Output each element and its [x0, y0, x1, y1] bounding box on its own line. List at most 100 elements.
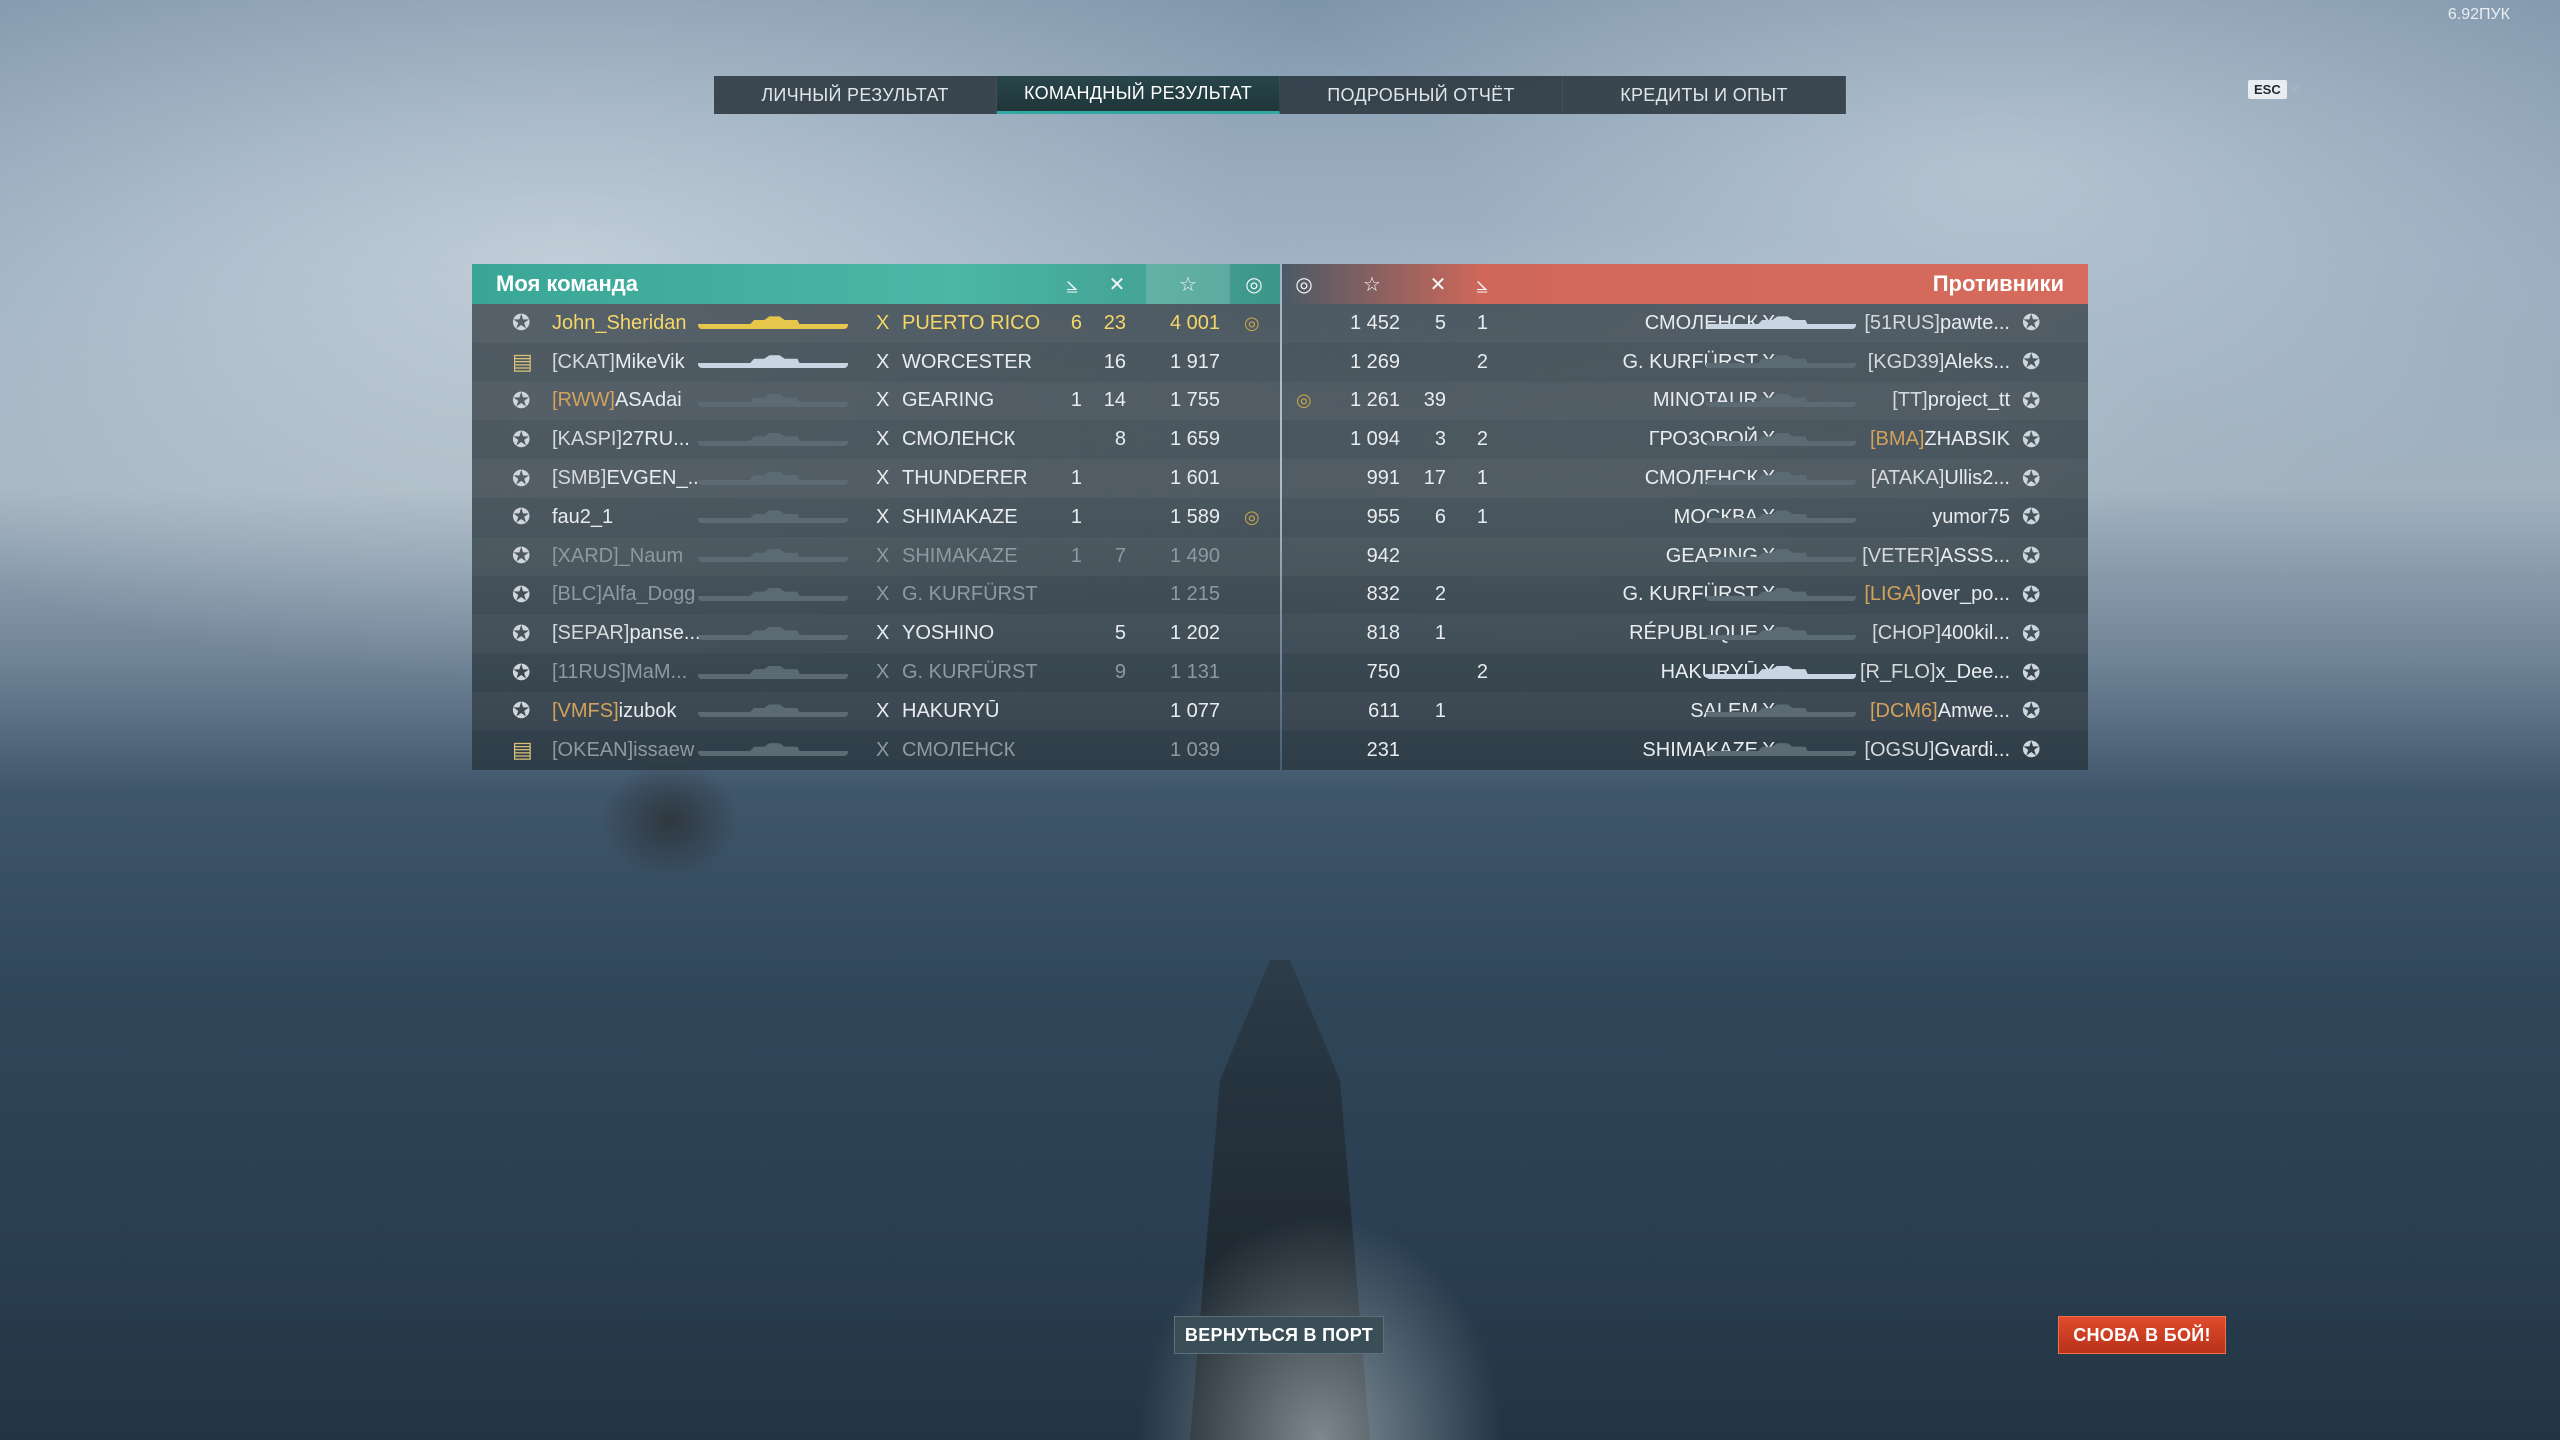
player-nick: Ullis2... — [1944, 467, 2010, 490]
player-name[interactable]: [CKAT] MikeVik — [552, 343, 685, 382]
ship-silhouette-icon — [698, 356, 848, 369]
kills-icon[interactable]: ✕ — [1418, 264, 1458, 304]
base-capture-icon: ◎ — [1244, 312, 1260, 333]
player-nick: x_Dee... — [1935, 661, 2010, 684]
table-row[interactable]: ✪ [VMFS] izubok X HAKURYŪ 1 077 — [472, 692, 1280, 731]
player-name[interactable]: John_Sheridan — [552, 304, 687, 343]
xp-star-icon[interactable]: ☆ — [1332, 264, 1412, 304]
player-name[interactable]: yumor75 — [1842, 498, 2010, 537]
table-row[interactable]: ✪ [XARD] _Naum X SHIMAKAZE 1 7 1 490 — [472, 537, 1280, 576]
clan-tag: [OGSU] — [1864, 738, 1935, 761]
planes-destroyed — [1052, 653, 1082, 692]
table-row[interactable]: 1 452 5 1 СМОЛЕНСК X [51RUS] pawte... ✪ — [1282, 304, 2088, 343]
table-row[interactable]: ✪ [11RUS] MaM... X G. KURFÜRST 9 1 131 — [472, 653, 1280, 692]
ship-silhouette-icon — [1706, 356, 1856, 369]
player-name[interactable]: [OKEAN] issaew — [552, 731, 694, 770]
base-xp: 1 601 — [1169, 467, 1220, 490]
player-name[interactable]: [11RUS] MaM... — [552, 653, 687, 692]
base-capture-icon[interactable]: ◎ — [1234, 264, 1274, 304]
base-xp: 1 917 — [1169, 350, 1220, 373]
ships-destroyed: 23 — [1103, 311, 1126, 334]
player-name[interactable]: [BMA] ZHABSIK — [1842, 420, 2010, 459]
table-row[interactable]: ◎ 1 261 39 MINOTAUR X [TT] project_tt ✪ — [1282, 382, 2088, 421]
player-name[interactable]: [SEPAR] panse... — [552, 614, 701, 653]
table-row[interactable]: ✪ fau2_1 X SHIMAKAZE 1 1 589 ◎ — [472, 498, 1280, 537]
table-row[interactable]: ✪ [SEPAR] panse... X YOSHINO 5 1 202 — [472, 614, 1280, 653]
ships-destroyed: 7 — [1114, 544, 1126, 567]
table-row[interactable]: 611 1 SALEM X [DCM6] Amwe... ✪ — [1282, 692, 2088, 731]
planes-destroyed — [1052, 343, 1082, 382]
close-button[interactable]: ESC × — [2248, 80, 2300, 99]
player-name[interactable]: [KGD39] Aleks... — [1842, 343, 2010, 382]
table-row[interactable]: ✪ John_Sheridan X PUERTO RICO 6 23 4 001 ◎ — [472, 304, 1280, 343]
player-name[interactable]: [XARD] _Naum — [552, 537, 683, 576]
table-row[interactable]: 231 SHIMAKAZE X [OGSU] Gvardi... ✪ — [1282, 731, 2088, 770]
player-name[interactable]: [CHOP] 400kil... — [1842, 614, 2010, 653]
table-row[interactable]: ✪ [SMB] EVGEN_... X THUNDERER 1 1 601 — [472, 459, 1280, 498]
player-name[interactable]: [ATAKA] Ullis2... — [1842, 459, 2010, 498]
player-name[interactable]: [R_FLO] x_Dee... — [1842, 653, 2010, 692]
player-name[interactable]: [TT] project_tt — [1842, 382, 2010, 421]
table-row[interactable]: 750 2 HAKURYŪ X [R_FLO] x_Dee... ✪ — [1282, 653, 2088, 692]
ship-tier: X — [876, 389, 890, 412]
base-xp: 4 001 — [1169, 311, 1220, 334]
planes-destroyed: 1 — [1070, 389, 1082, 412]
clan-tag: [KASPI] — [552, 428, 623, 451]
ship-silhouette — [1706, 304, 1856, 343]
ship-silhouette-icon — [698, 628, 848, 640]
table-row[interactable]: 818 1 RÉPUBLIQUE X [CHOP] 400kil... ✪ — [1282, 614, 2088, 653]
base-xp: 231 — [1366, 738, 1400, 761]
table-row[interactable]: ✪ [KASPI] 27RU... X СМОЛЕНСК 8 1 659 — [472, 420, 1280, 459]
planes-icon[interactable]: ⦥ — [1462, 264, 1502, 304]
tab-credits-xp[interactable]: КРЕДИТЫ И ОПЫТ — [1563, 76, 1846, 114]
base-capture-icon[interactable]: ◎ — [1282, 264, 1326, 304]
player-name[interactable]: [OGSU] Gvardi... — [1842, 731, 2010, 770]
player-name[interactable]: [BLC] Alfa_Dogg — [552, 576, 695, 615]
table-row[interactable]: ✪ [RWW] ASAdai X GEARING 1 14 1 755 — [472, 382, 1280, 421]
player-name[interactable]: [SMB] EVGEN_... — [552, 459, 704, 498]
clan-tag: [LIGA] — [1864, 583, 1922, 606]
kills-icon[interactable]: ✕ — [1097, 264, 1137, 304]
planes-icon[interactable]: ⦥ — [1052, 264, 1092, 304]
table-row[interactable]: 991 17 1 СМОЛЕНСК X [ATAKA] Ullis2... ✪ — [1282, 459, 2088, 498]
table-row[interactable]: 1 094 3 2 ГРОЗОВОЙ X [BMA] ZHABSIK ✪ — [1282, 420, 2088, 459]
battle-again-button[interactable]: СНОВА В БОЙ! — [2058, 1316, 2226, 1354]
table-row[interactable]: 832 2 G. KURFÜRST X [LIGA] over_po... ✪ — [1282, 576, 2088, 615]
ship-silhouette — [698, 304, 848, 343]
table-row[interactable]: 955 6 1 МОСКВА Xyumor75 ✪ — [1282, 498, 2088, 537]
table-row[interactable]: 1 269 2 G. KURFÜRST X [KGD39] Aleks... ✪ — [1282, 343, 2088, 382]
player-name[interactable]: [51RUS] pawte... — [1842, 304, 2010, 343]
player-name[interactable]: [KASPI] 27RU... — [552, 420, 690, 459]
table-row[interactable]: ▤ [OKEAN] issaew X СМОЛЕНСК 1 039 — [472, 731, 1280, 770]
ship-name: THUNDERER — [902, 467, 1028, 490]
player-name[interactable]: [DCM6] Amwe... — [1842, 692, 2010, 731]
return-to-port-button[interactable]: ВЕРНУТЬСЯ В ПОРТ — [1174, 1316, 1384, 1354]
tab-detailed-report[interactable]: ПОДРОБНЫЙ ОТЧЁТ — [1280, 76, 1563, 114]
ships-destroyed: 2 — [1434, 583, 1446, 606]
player-name[interactable]: [VETER] ASSS... — [1842, 537, 2010, 576]
table-row[interactable]: ▤ [CKAT] MikeVik X WORCESTER 16 1 917 — [472, 343, 1280, 382]
rank-star-icon: ✪ — [2022, 698, 2041, 724]
base-xp: 1 269 — [1349, 350, 1400, 373]
player-name[interactable]: fau2_1 — [552, 498, 613, 537]
table-row[interactable]: ✪ [BLC] Alfa_Dogg X G. KURFÜRST 1 215 — [472, 576, 1280, 615]
rank-star-icon: ✪ — [512, 310, 531, 336]
rank-star-icon: ✪ — [512, 504, 531, 530]
ship-silhouette-icon — [698, 705, 848, 718]
tab-team-result[interactable]: КОМАНДНЫЙ РЕЗУЛЬТАТ — [997, 76, 1280, 114]
ship-silhouette — [698, 420, 848, 459]
base-xp: 1 202 — [1169, 622, 1220, 645]
tab-personal-result[interactable]: ЛИЧНЫЙ РЕЗУЛЬТАТ — [714, 76, 997, 114]
rank-star-icon: ✪ — [2022, 581, 2041, 607]
planes-destroyed — [1052, 692, 1082, 731]
planes-destroyed: 1 — [1476, 467, 1488, 490]
player-name[interactable]: [VMFS] izubok — [552, 692, 676, 731]
player-name[interactable]: [RWW] ASAdai — [552, 382, 682, 421]
planes-destroyed — [1458, 731, 1488, 770]
xp-star-icon[interactable]: ☆ — [1146, 264, 1230, 304]
base-xp: 818 — [1366, 622, 1400, 645]
player-nick: MaM... — [626, 661, 688, 684]
player-name[interactable]: [LIGA] over_po... — [1842, 576, 2010, 615]
table-row[interactable]: 942 GEARING X [VETER] ASSS... ✪ — [1282, 537, 2088, 576]
rank-star-icon: ✪ — [512, 620, 531, 646]
